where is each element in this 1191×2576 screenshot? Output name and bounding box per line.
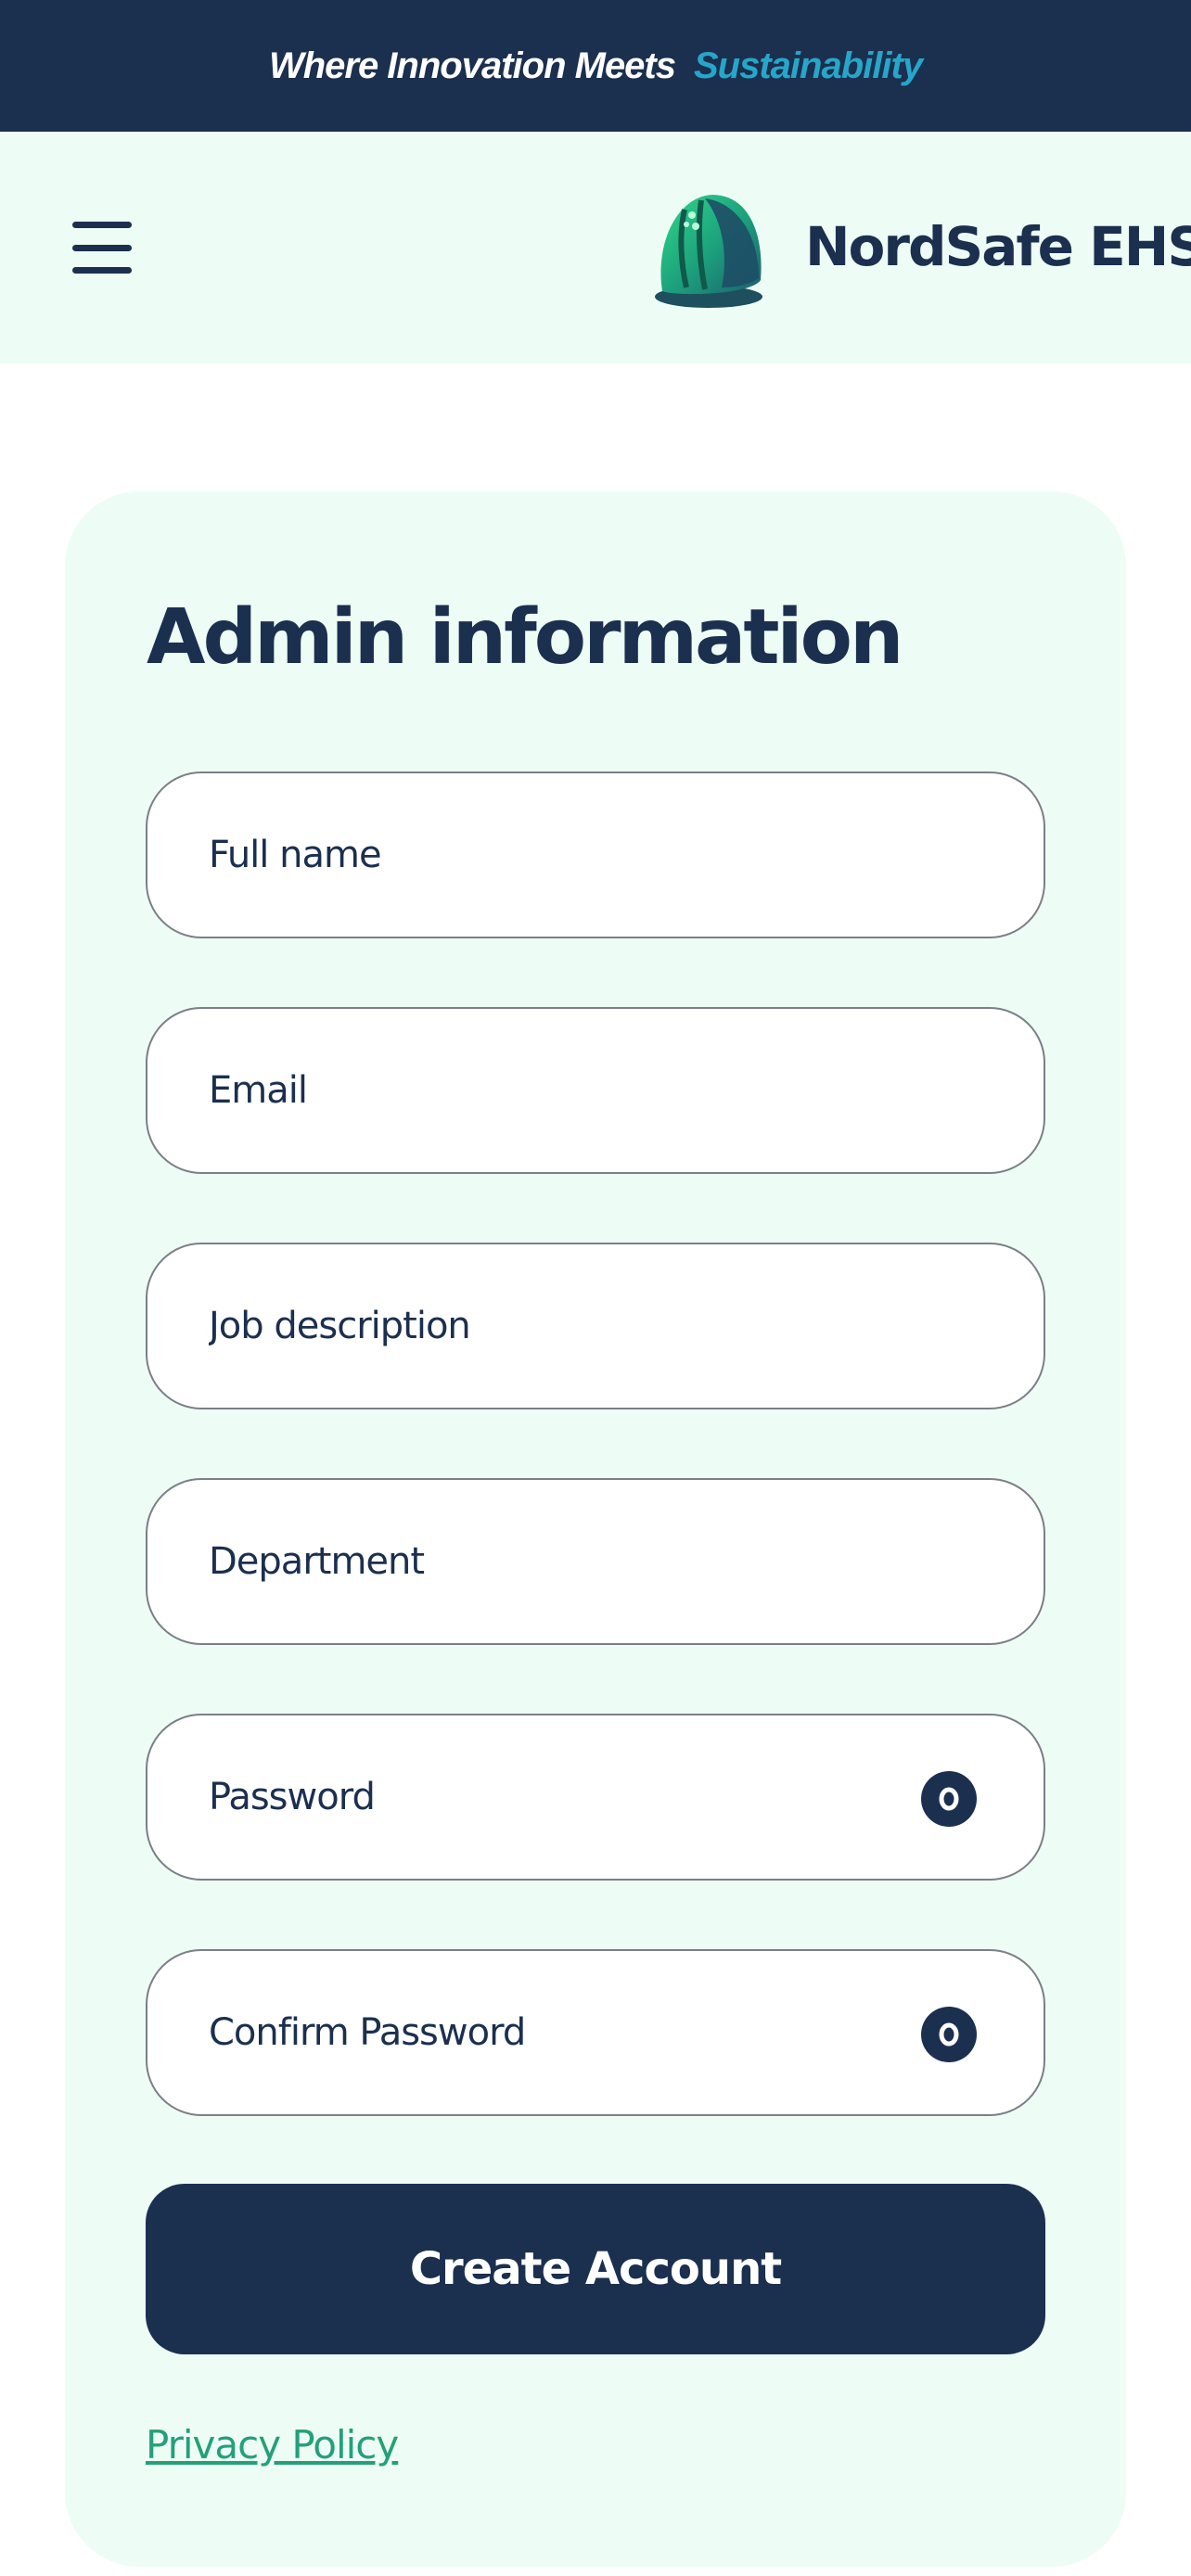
hard-hat-icon[interactable] bbox=[649, 187, 768, 310]
top-banner: Where Innovation Meets Sustainability bbox=[0, 0, 1191, 132]
confirm-password-field[interactable] bbox=[146, 1949, 1045, 2116]
privacy-policy-link[interactable]: Privacy Policy bbox=[146, 2422, 399, 2468]
admin-form-card: Admin information Create Account Privacy… bbox=[65, 491, 1126, 2567]
email-input[interactable] bbox=[147, 1009, 1044, 1172]
full-name-input[interactable] bbox=[147, 773, 1044, 937]
confirm-password-input[interactable] bbox=[147, 1951, 1044, 2114]
brand-name: NordSafe EHS bbox=[805, 215, 1191, 278]
site-header: NordSafe EHS bbox=[0, 132, 1191, 363]
job-description-field[interactable] bbox=[146, 1243, 1045, 1409]
eye-icon[interactable] bbox=[921, 2007, 977, 2062]
hamburger-menu-icon[interactable] bbox=[72, 222, 132, 274]
banner-tagline: Where Innovation Meets bbox=[268, 45, 676, 86]
full-name-field[interactable] bbox=[146, 772, 1045, 938]
password-field[interactable] bbox=[146, 1714, 1045, 1881]
job-description-input[interactable] bbox=[147, 1244, 1044, 1408]
department-field[interactable] bbox=[146, 1478, 1045, 1645]
create-account-button[interactable]: Create Account bbox=[146, 2184, 1045, 2354]
department-input[interactable] bbox=[147, 1480, 1044, 1643]
banner-tagline-accent: Sustainability bbox=[694, 45, 923, 86]
password-input[interactable] bbox=[147, 1715, 1044, 1879]
form-title: Admin information bbox=[147, 593, 903, 682]
email-field[interactable] bbox=[146, 1007, 1045, 1174]
eye-icon[interactable] bbox=[921, 1771, 977, 1827]
